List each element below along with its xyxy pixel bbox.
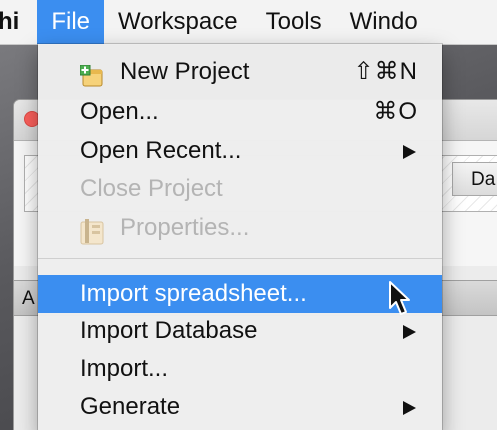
menu-bar: hi File Workspace Tools Windo: [0, 0, 497, 45]
submenu-arrow-icon: [403, 325, 416, 339]
menu-file[interactable]: File: [37, 0, 104, 44]
menu-item-label: Open...: [80, 98, 159, 125]
menu-item-label: Generate: [80, 393, 181, 420]
properties-icon: [80, 219, 104, 245]
menu-item-new-project[interactable]: New Project ⇧⌘N: [38, 53, 442, 91]
menu-workspace[interactable]: Workspace: [104, 0, 252, 44]
new-project-icon: [80, 65, 103, 87]
menu-item-import-spreadsheet[interactable]: Import spreadsheet...: [38, 275, 442, 313]
menu-window[interactable]: Windo: [336, 0, 432, 44]
menu-item-label: Properties...: [120, 214, 250, 241]
submenu-arrow-icon: [403, 401, 416, 415]
app-menu[interactable]: hi: [0, 0, 37, 44]
menu-item-generate[interactable]: Generate: [38, 388, 442, 426]
submenu-arrow-icon: [403, 145, 416, 159]
menu-item-open[interactable]: Open... ⌘O: [38, 93, 442, 131]
shortcut-label: ⌘O: [373, 98, 418, 125]
menu-item-label: Open Recent...: [80, 137, 242, 164]
menu-separator: [38, 258, 442, 259]
menu-item-label: New Project: [120, 58, 250, 85]
workspace-tab[interactable]: Da: [452, 162, 497, 196]
shortcut-label: ⇧⌘N: [353, 58, 418, 85]
menu-item-label: Close Project: [80, 175, 223, 202]
menu-tools[interactable]: Tools: [252, 0, 336, 44]
file-menu: New Project ⇧⌘N Open... ⌘O Open Recent..…: [38, 44, 442, 430]
menu-item-import-database[interactable]: Import Database: [38, 312, 442, 350]
menu-item-open-recent[interactable]: Open Recent...: [38, 132, 442, 170]
menu-item-import[interactable]: Import...: [38, 350, 442, 388]
menu-item-label: Import spreadsheet...: [80, 280, 307, 307]
menu-item-close-project: Close Project: [38, 170, 442, 208]
mouse-pointer-icon: [389, 281, 410, 315]
menu-item-label: Import...: [80, 355, 169, 382]
menu-item-properties: Properties...: [38, 209, 442, 247]
menu-item-label: Import Database: [80, 317, 258, 344]
